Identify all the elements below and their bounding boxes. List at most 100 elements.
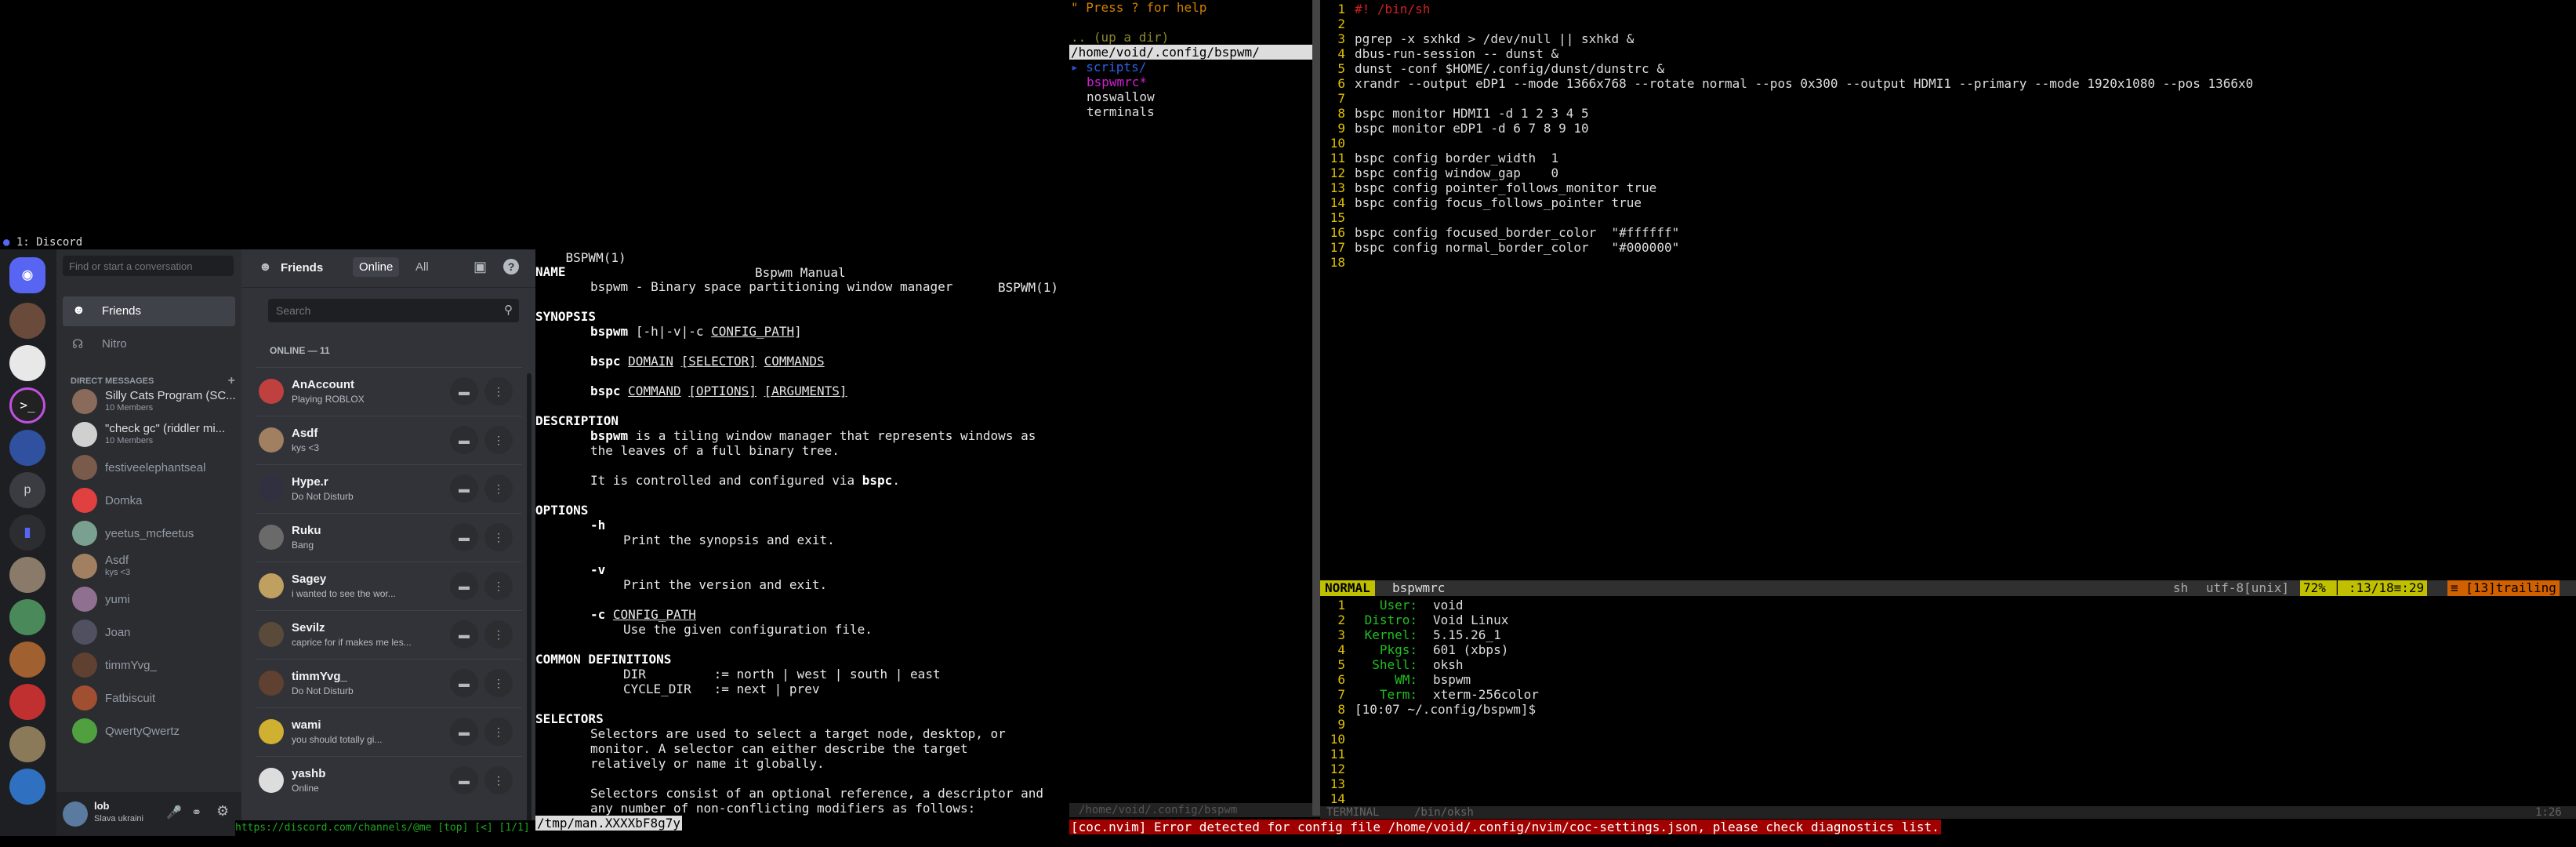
message-icon[interactable]: ▬ [450, 426, 478, 454]
settings-icon[interactable]: ⚙ [216, 803, 229, 820]
message-icon[interactable]: ▬ [450, 620, 478, 649]
message-icon[interactable]: ▬ [450, 523, 478, 551]
code-line: dunst -conf $HOME/.config/dunst/dunstrc … [1355, 61, 1664, 76]
more-icon[interactable]: ⋮ [484, 523, 513, 551]
man-option: -v [590, 562, 606, 577]
dm-item[interactable]: yumi [66, 583, 238, 615]
message-line: [coc.nvim] Error detected for config fil… [1069, 819, 2576, 836]
terminal[interactable]: 1 User: void 2 Distro: Void Linux 3 Kernel: 5.15… [1320, 596, 2576, 806]
nav-friends[interactable]: ☻ Friends [63, 296, 235, 326]
line-number: 8 [1337, 106, 1345, 121]
line-number: 2 [1337, 16, 1345, 31]
friends-search-input[interactable] [274, 304, 489, 318]
tree-up-dir[interactable]: .. (up a dir) [1071, 30, 1169, 45]
mode-indicator: NORMAL [1320, 580, 1375, 596]
home-icon[interactable]: ◉ [9, 257, 45, 293]
shell-prompt[interactable]: [10:07 ~/.config/bspwm]$ [1355, 702, 1536, 717]
conversation-search-input[interactable] [67, 260, 231, 273]
dm-item[interactable]: Asdf kys <3 [66, 551, 238, 582]
server-icon[interactable] [9, 684, 45, 720]
avatar [259, 573, 284, 598]
tree-item[interactable]: ▸ scripts/ [1071, 60, 1146, 75]
message-icon[interactable]: ▬ [450, 572, 478, 600]
server-icon[interactable] [9, 303, 45, 339]
friend-row[interactable]: Sevilz caprice for if makes me les... ▬ ⋮ [256, 610, 522, 658]
dm-item[interactable]: yeetus_mcfeetus [66, 518, 238, 549]
tree-item[interactable]: bspwmrc* [1087, 75, 1147, 89]
server-icon[interactable] [9, 345, 45, 381]
avatar [259, 622, 284, 647]
friend-row[interactable]: wami you should totally gi... ▬ ⋮ [256, 707, 522, 755]
message-icon[interactable]: ▬ [450, 766, 478, 794]
dm-item[interactable]: festiveelephantseal [66, 452, 238, 483]
dm-item[interactable]: Silly Cats Program (SC... 10 Members [66, 386, 238, 417]
friend-row[interactable]: yashb Online ▬ ⋮ [256, 756, 522, 804]
more-icon[interactable]: ⋮ [484, 377, 513, 405]
headset-icon[interactable]: ⚭ [191, 805, 201, 820]
dm-item[interactable]: QwertyQwertz [66, 715, 238, 747]
nav-nitro[interactable]: ☊ Nitro [63, 329, 235, 359]
tab-online[interactable]: Online [353, 257, 400, 277]
server-icon[interactable] [9, 642, 45, 678]
new-group-dm-icon[interactable]: ▣ [473, 259, 487, 275]
editor[interactable]: 1 #! /bin/sh 2 3 pgrep -x sxhkd > /dev/null … [1320, 0, 2576, 584]
more-icon[interactable]: ⋮ [484, 669, 513, 697]
server-icon[interactable] [9, 557, 45, 593]
help-icon[interactable]: ? [503, 259, 519, 274]
message-icon[interactable]: ▬ [450, 474, 478, 503]
man-prompt[interactable]: /tmp/man.XXXXbF8g7y [535, 816, 683, 831]
dm-name: yeetus_mcfeetus [105, 527, 194, 540]
message-icon[interactable]: ▬ [450, 718, 478, 746]
code-line: bspc config focus_follows_pointer true [1355, 195, 1642, 210]
tree-item[interactable]: terminals [1087, 104, 1155, 119]
tab-all[interactable]: All [415, 260, 429, 274]
line-number: 8 [1337, 702, 1345, 717]
scrollbar[interactable] [527, 373, 532, 830]
more-icon[interactable]: ⋮ [484, 572, 513, 600]
fetch-value: 601 (xbps) [1433, 642, 1509, 657]
more-icon[interactable]: ⋮ [484, 426, 513, 454]
more-icon[interactable]: ⋮ [484, 718, 513, 746]
split-divider[interactable] [1312, 0, 1320, 816]
friend-status: you should totally gi... [292, 734, 383, 745]
friend-row[interactable]: Sagey i wanted to see the wor... ▬ ⋮ [256, 562, 522, 609]
conversation-search[interactable] [63, 256, 234, 276]
mute-icon[interactable]: 🎤 [166, 805, 182, 820]
friend-row[interactable]: timmYvg_ Do Not Disturb ▬ ⋮ [256, 659, 522, 707]
tree-root-path[interactable]: /home/void/.config/bspwm/ [1069, 45, 1314, 60]
more-icon[interactable]: ⋮ [484, 474, 513, 503]
friend-row[interactable]: Asdf kys <3 ▬ ⋮ [256, 416, 522, 463]
friend-row[interactable]: Ruku Bang ▬ ⋮ [256, 513, 522, 561]
man-text: CYCLE_DIR := next | prev [623, 682, 820, 696]
server-icon[interactable] [9, 599, 45, 635]
friend-row[interactable]: AnAccount Playing ROBLOX ▬ ⋮ [256, 367, 522, 415]
server-icon[interactable] [9, 430, 45, 466]
status-url: https://discord.com/channels/@me [top] [… [235, 820, 535, 836]
dm-item[interactable]: Joan [66, 616, 238, 648]
dm-item[interactable]: "check gc" (riddler mi... 10 Members [66, 419, 238, 450]
discord-title-icon: ● [3, 236, 10, 249]
friend-row[interactable]: Hype.r Do Not Disturb ▬ ⋮ [256, 464, 522, 512]
folder-icon[interactable]: ▮ [9, 514, 45, 551]
man-arg: [ARGUMENTS] [764, 384, 847, 398]
message-icon[interactable]: ▬ [450, 377, 478, 405]
line-number: 17 [1330, 240, 1345, 255]
server-icon[interactable]: >_ [9, 387, 45, 424]
server-icon[interactable] [9, 726, 45, 762]
server-icon[interactable]: p [9, 472, 45, 508]
dm-item[interactable]: Domka [66, 485, 238, 516]
dm-item[interactable]: timmYvg_ [66, 649, 238, 681]
message-icon[interactable]: ▬ [450, 669, 478, 697]
friend-name: Sevilz [292, 621, 325, 634]
tree-item[interactable]: noswallow [1087, 89, 1155, 104]
terminal-shell: /bin/oksh [1414, 806, 1474, 819]
more-icon[interactable]: ⋮ [484, 620, 513, 649]
line-number: 12 [1330, 165, 1345, 180]
more-icon[interactable]: ⋮ [484, 766, 513, 794]
avatar [72, 620, 97, 645]
friends-search[interactable]: ⚲ [268, 299, 519, 322]
dm-item[interactable]: Fatbiscuit [66, 682, 238, 714]
avatar[interactable] [63, 802, 88, 827]
server-icon[interactable] [9, 769, 45, 805]
friend-name: AnAccount [292, 378, 354, 391]
